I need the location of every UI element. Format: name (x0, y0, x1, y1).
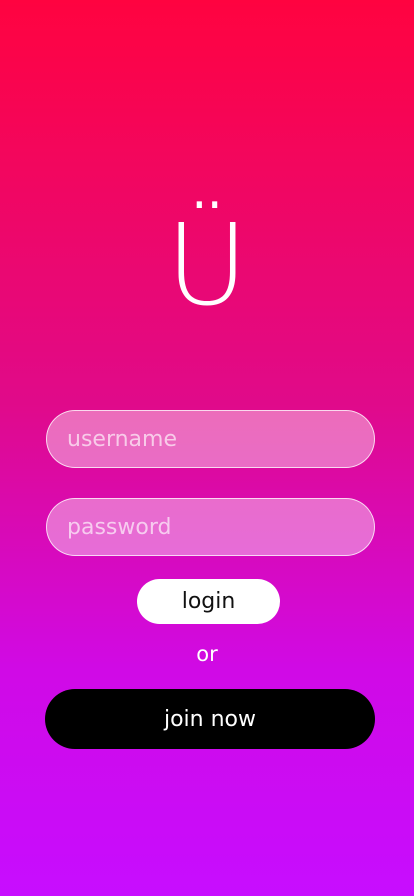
username-field[interactable] (46, 410, 375, 468)
password-field[interactable] (46, 498, 375, 556)
password-input[interactable] (65, 513, 374, 541)
or-divider-text: or (196, 642, 218, 666)
app-logo: Ü (166, 201, 248, 331)
join-now-button[interactable]: join now (45, 689, 375, 749)
username-input[interactable] (65, 425, 374, 453)
login-button[interactable]: login (137, 579, 280, 624)
